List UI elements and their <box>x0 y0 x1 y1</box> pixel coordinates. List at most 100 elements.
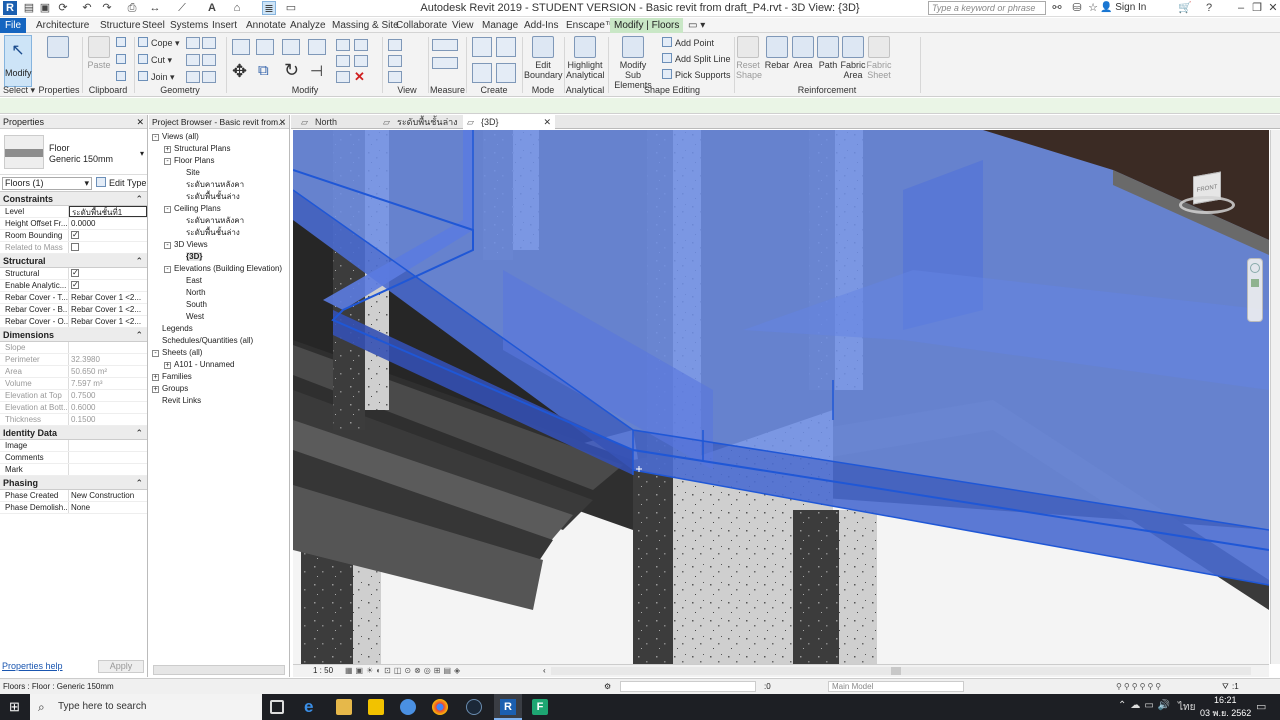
browser-item[interactable]: + Structural Plans <box>164 143 230 155</box>
cope-button[interactable]: Cope ▾ <box>138 36 180 50</box>
scale-icon[interactable] <box>354 55 368 67</box>
collapse-icon[interactable]: - <box>152 350 159 357</box>
close-tab-icon[interactable]: ✕ <box>543 115 551 129</box>
collapse-icon[interactable]: - <box>164 206 171 213</box>
minimize-icon[interactable]: – <box>1234 1 1248 15</box>
property-value[interactable]: 0.0000 <box>69 218 147 229</box>
expand-icon[interactable]: + <box>164 146 171 153</box>
browser-item[interactable]: - Floor Plans <box>164 155 214 167</box>
property-value[interactable]: None <box>69 502 147 513</box>
cut-tool[interactable] <box>116 36 129 50</box>
browser-horizontal-scrollbar[interactable] <box>153 665 285 675</box>
collapse-icon[interactable]: ⌃ <box>135 328 143 342</box>
measure-between-icon[interactable] <box>432 57 458 69</box>
menu-tab-add-ins[interactable]: Add-Ins <box>520 18 562 33</box>
store-icon[interactable] <box>368 699 384 715</box>
split-gap-icon[interactable] <box>354 39 368 51</box>
property-value[interactable] <box>69 230 147 241</box>
geometry-tool-icon[interactable] <box>186 71 200 83</box>
browser-item[interactable]: West <box>176 311 204 323</box>
section-dimensions[interactable]: Dimensions ⌃ <box>0 328 147 342</box>
expand-icon[interactable]: + <box>152 386 159 393</box>
cart-icon[interactable]: 🛒 <box>1178 1 1192 15</box>
collapse-icon[interactable]: ⌃ <box>135 254 143 268</box>
fabric-area-button[interactable]: Fabric Area <box>840 33 866 87</box>
worksets-icon[interactable]: ⚙ <box>604 679 611 694</box>
browser-item[interactable]: Revit Links <box>152 395 201 407</box>
collapse-icon[interactable]: - <box>164 158 171 165</box>
geometry-tool-icon[interactable] <box>202 71 216 83</box>
aligned-dimension-icon[interactable] <box>432 39 458 51</box>
property-value[interactable] <box>69 280 147 291</box>
geometry-tool-icon[interactable] <box>186 54 200 66</box>
path-button[interactable]: Path <box>816 33 840 87</box>
property-value[interactable] <box>69 440 147 451</box>
modify-button[interactable]: ↖ Modify <box>4 35 32 87</box>
checkbox[interactable] <box>71 268 79 279</box>
system-tray-icons[interactable]: ⌃☁▭🔊 <box>1118 700 1174 711</box>
language-indicator[interactable]: ไทย <box>1178 700 1195 715</box>
browser-item[interactable]: - Views (all) <box>152 131 199 143</box>
search-input[interactable]: Type a keyword or phrase <box>928 1 1046 15</box>
design-option-select[interactable]: Main Model <box>828 681 964 692</box>
menu-tab-annotate[interactable]: Annotate <box>242 18 290 33</box>
browser-item[interactable]: ระดับคานหลังคา <box>176 215 244 227</box>
browser-item[interactable]: North <box>176 287 206 299</box>
menu-tab-analyze[interactable]: Analyze <box>286 18 330 33</box>
view-scale[interactable]: 1 : 50 <box>313 665 333 677</box>
edit-type-button[interactable]: Edit Type <box>96 177 146 190</box>
hide-icon[interactable] <box>388 39 402 51</box>
instance-filter-select[interactable]: Floors (1) ▾ <box>2 177 92 190</box>
browser-item[interactable]: ระดับพื้นชั้นล่าง <box>176 191 240 203</box>
copy-tool[interactable] <box>116 53 129 67</box>
section-constraints[interactable]: Constraints ⌃ <box>0 192 147 206</box>
menu-tab-collaborate[interactable]: Collaborate <box>392 18 451 33</box>
browser-item[interactable]: + Families <box>152 371 192 383</box>
filter-icon[interactable]: ⛛ <box>1222 679 1229 694</box>
collapse-icon[interactable]: ⌃ <box>135 426 143 440</box>
sign-in-link[interactable]: 👤 Sign In <box>1100 2 1146 13</box>
split-icon[interactable] <box>336 39 350 51</box>
file-explorer-icon[interactable] <box>336 699 352 715</box>
browser-item[interactable]: + Groups <box>152 383 188 395</box>
feedback-app-icon[interactable]: F <box>532 699 548 715</box>
property-value[interactable]: ระดับพื้นชั้นที่1 <box>69 206 147 217</box>
property-value[interactable]: Rebar Cover 1 <2... <box>69 292 147 303</box>
workset-select[interactable] <box>620 681 756 692</box>
properties-button[interactable] <box>40 33 76 87</box>
view-tab[interactable]: ▱ ระดับพื้นชั้นล่าง <box>379 115 461 129</box>
reset-shape-button[interactable]: Reset Shape <box>736 33 762 87</box>
task-view-icon[interactable] <box>270 700 284 714</box>
cut-geometry-button[interactable]: Cut ▾ <box>138 53 172 67</box>
clock-date[interactable]: 03 พ.ย. 2562 <box>1200 706 1251 720</box>
section-phasing[interactable]: Phasing ⌃ <box>0 476 147 490</box>
windows-start-icon[interactable]: ⊞ <box>9 700 23 714</box>
view-control-icons[interactable]: ▦▣☀◐⊡◫⊙⊗◎⊞▤◈ <box>345 665 463 677</box>
collapse-icon[interactable]: - <box>164 266 171 273</box>
add-split-line-button[interactable]: Add Split Line <box>662 52 731 66</box>
browser-item[interactable]: - Ceiling Plans <box>164 203 221 215</box>
copy-element-icon[interactable]: ⧉ <box>258 62 269 79</box>
property-value[interactable]: Rebar Cover 1 <2... <box>69 316 147 327</box>
array-icon[interactable] <box>336 55 350 67</box>
view-tab[interactable]: ▱ North <box>297 115 377 129</box>
property-value[interactable] <box>69 452 147 463</box>
scroll-left-icon[interactable]: ‹ <box>543 665 546 677</box>
steam-icon[interactable] <box>466 699 482 715</box>
app-icon[interactable] <box>400 699 416 715</box>
rotate-icon[interactable]: ↻ <box>284 60 299 81</box>
viewcube[interactable]: FRONT <box>1179 168 1235 216</box>
close-icon[interactable]: ✕ <box>1266 1 1280 15</box>
align-icon[interactable] <box>232 39 250 55</box>
property-value[interactable] <box>69 268 147 279</box>
menu-tab-architecture[interactable]: Architecture <box>32 18 93 33</box>
join-button[interactable]: Join ▾ <box>138 70 175 84</box>
steering-wheel-icon[interactable] <box>1250 263 1260 273</box>
move-icon[interactable]: ✥ <box>232 61 247 82</box>
binoculars-icon[interactable]: ⚯ <box>1050 1 1064 15</box>
browser-item[interactable]: {3D} <box>176 251 203 263</box>
pick-supports-button[interactable]: Pick Supports <box>662 68 731 82</box>
clock-time[interactable]: 16:21 <box>1214 695 1237 705</box>
browser-item[interactable]: - Sheets (all) <box>152 347 202 359</box>
apply-button[interactable]: Apply <box>98 660 144 673</box>
